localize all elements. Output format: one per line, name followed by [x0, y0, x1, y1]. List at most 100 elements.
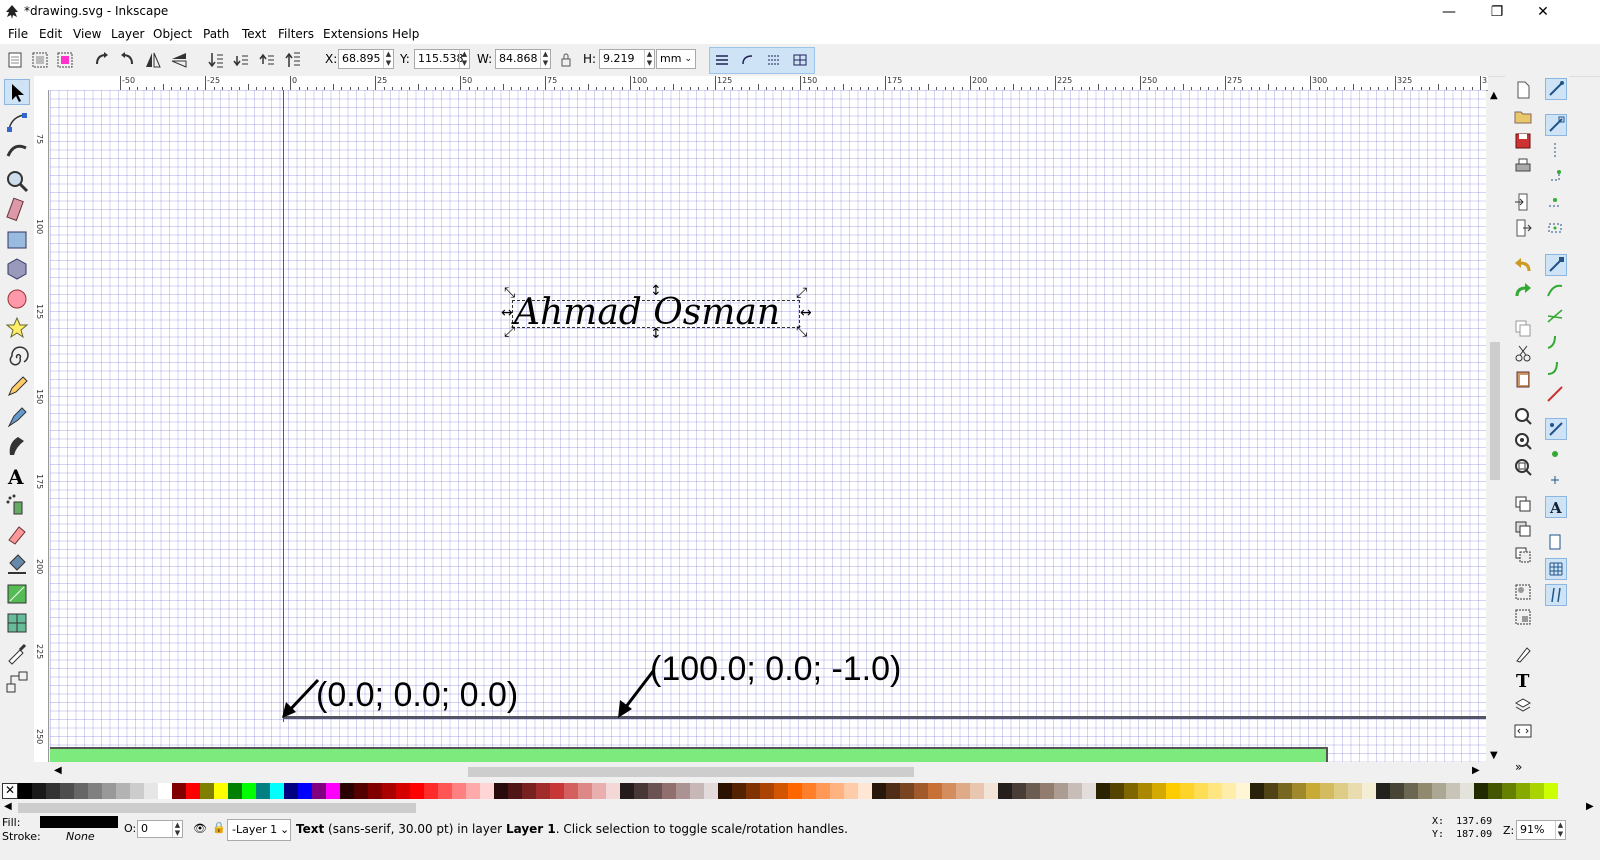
- palette-swatch[interactable]: [1180, 783, 1194, 799]
- rectangle-tool-icon[interactable]: [4, 227, 30, 253]
- opacity-field[interactable]: 0 ▲ ▼: [137, 820, 183, 838]
- opacity-spinner-icon[interactable]: ▲ ▼: [172, 821, 182, 837]
- palette-swatch[interactable]: [578, 783, 592, 799]
- palette-swatch[interactable]: [508, 783, 522, 799]
- x-spinner-icon[interactable]: ▲ ▼: [383, 50, 393, 68]
- open-icon[interactable]: [1513, 106, 1533, 126]
- node-tool-icon[interactable]: [4, 109, 30, 135]
- palette-swatch[interactable]: [466, 783, 480, 799]
- snap-paths-icon[interactable]: [1545, 280, 1567, 302]
- snap-grids-icon[interactable]: [1545, 558, 1567, 580]
- palette-swatch[interactable]: [228, 783, 242, 799]
- palette-swatch[interactable]: [172, 783, 186, 799]
- select-all-layers-icon[interactable]: [30, 50, 50, 70]
- palette-swatch[interactable]: [1474, 783, 1488, 799]
- palette-swatch[interactable]: [746, 783, 760, 799]
- duplicate-icon[interactable]: [1513, 494, 1533, 514]
- scale-handle-e-icon[interactable]: ↔: [800, 305, 812, 321]
- menu-layer[interactable]: Layer: [111, 27, 144, 41]
- flip-horizontal-icon[interactable]: [143, 50, 163, 70]
- spray-tool-icon[interactable]: [4, 492, 30, 518]
- eye-icon[interactable]: 👁: [193, 822, 207, 835]
- palette-swatch[interactable]: [200, 783, 214, 799]
- save-icon[interactable]: [1513, 131, 1533, 151]
- palette-swatch[interactable]: [830, 783, 844, 799]
- h-field[interactable]: 9.219 ▲ ▼: [599, 49, 655, 69]
- group-icon[interactable]: [1513, 582, 1533, 602]
- zoom-drawing-icon[interactable]: [1513, 431, 1533, 451]
- palette-scroll-thumb[interactable]: [18, 803, 416, 813]
- palette-swatch[interactable]: [326, 783, 340, 799]
- palette-swatch[interactable]: [844, 783, 858, 799]
- palette-swatch[interactable]: [1418, 783, 1432, 799]
- palette-swatch[interactable]: [410, 783, 424, 799]
- palette-swatch[interactable]: [858, 783, 872, 799]
- palette-swatch[interactable]: [424, 783, 438, 799]
- green-rectangle[interactable]: [50, 747, 1328, 762]
- w-field[interactable]: 84.868 ▲ ▼: [495, 49, 551, 69]
- palette-swatch[interactable]: [634, 783, 648, 799]
- palette-swatch[interactable]: [130, 783, 144, 799]
- palette-swatch[interactable]: [1082, 783, 1096, 799]
- palette-swatch[interactable]: [900, 783, 914, 799]
- palette-swatch[interactable]: [662, 783, 676, 799]
- menu-view[interactable]: View: [73, 27, 101, 41]
- new-document-icon[interactable]: [1513, 80, 1533, 100]
- palette-swatch[interactable]: [606, 783, 620, 799]
- scroll-up-icon[interactable]: ▲: [1490, 90, 1498, 101]
- palette-scrollbar[interactable]: ◀ ▶: [0, 800, 1600, 816]
- palette-swatch[interactable]: [620, 783, 634, 799]
- lower-to-bottom-icon[interactable]: [206, 50, 226, 70]
- stroke-value[interactable]: None: [66, 830, 95, 843]
- origin-label[interactable]: (0.0; 0.0; 0.0): [316, 676, 518, 715]
- palette-swatch[interactable]: [788, 783, 802, 799]
- snap-bbox-icon[interactable]: [1545, 114, 1567, 136]
- horizontal-scrollbar[interactable]: ◀ ▶: [50, 764, 1488, 780]
- palette-swatch[interactable]: [1110, 783, 1124, 799]
- snap-bbox-corners-icon[interactable]: [1545, 166, 1567, 188]
- palette-swatch[interactable]: [1502, 783, 1516, 799]
- palette-swatch[interactable]: [1124, 783, 1138, 799]
- palette-swatch[interactable]: [88, 783, 102, 799]
- pen-tool-icon[interactable]: [4, 404, 30, 430]
- palette-swatch[interactable]: [368, 783, 382, 799]
- palette-swatch[interactable]: [886, 783, 900, 799]
- palette-swatch[interactable]: [1404, 783, 1418, 799]
- selector-tool-icon[interactable]: [4, 79, 30, 105]
- export-icon[interactable]: [1513, 218, 1533, 238]
- menu-object[interactable]: Object: [153, 27, 192, 41]
- rotate-ccw-icon[interactable]: [92, 50, 112, 70]
- no-paint-icon[interactable]: ✕: [2, 783, 18, 799]
- palette-swatch[interactable]: [1222, 783, 1236, 799]
- palette-swatch[interactable]: [676, 783, 690, 799]
- ungroup-icon[interactable]: [1513, 607, 1533, 627]
- move-patterns-icon[interactable]: [790, 50, 810, 70]
- snap-text-baseline-icon[interactable]: A: [1545, 496, 1567, 518]
- palette-swatch[interactable]: [18, 783, 32, 799]
- palette-swatch[interactable]: [158, 783, 172, 799]
- palette-swatch[interactable]: [438, 783, 452, 799]
- menu-extensions[interactable]: Extensions: [323, 27, 388, 41]
- palette-swatch[interactable]: [816, 783, 830, 799]
- lock-layer-icon[interactable]: 🔒: [212, 821, 226, 834]
- palette-swatch[interactable]: [1530, 783, 1544, 799]
- vertical-scrollbar[interactable]: ▲ ▼: [1488, 90, 1502, 762]
- palette-swatch[interactable]: [102, 783, 116, 799]
- palette-swatch[interactable]: [872, 783, 886, 799]
- palette-swatch[interactable]: [1012, 783, 1026, 799]
- scale-handle-ne-icon[interactable]: ⤢: [796, 285, 807, 301]
- palette-swatch[interactable]: [396, 783, 410, 799]
- text-tool-icon[interactable]: A: [4, 463, 30, 489]
- palette-swatch[interactable]: [1306, 783, 1320, 799]
- palette-swatch[interactable]: [480, 783, 494, 799]
- calligraphy-tool-icon[interactable]: [4, 433, 30, 459]
- snap-intersections-icon[interactable]: [1545, 306, 1567, 328]
- fill-swatch[interactable]: [40, 816, 118, 828]
- palette-swatch[interactable]: [648, 783, 662, 799]
- palette-swatch[interactable]: [382, 783, 396, 799]
- snap-line-midpoints-icon[interactable]: [1545, 384, 1567, 406]
- xml-editor-icon[interactable]: [1513, 721, 1533, 741]
- palette-swatch[interactable]: [1390, 783, 1404, 799]
- mesh-tool-icon[interactable]: [4, 610, 30, 636]
- palette-swatch[interactable]: [536, 783, 550, 799]
